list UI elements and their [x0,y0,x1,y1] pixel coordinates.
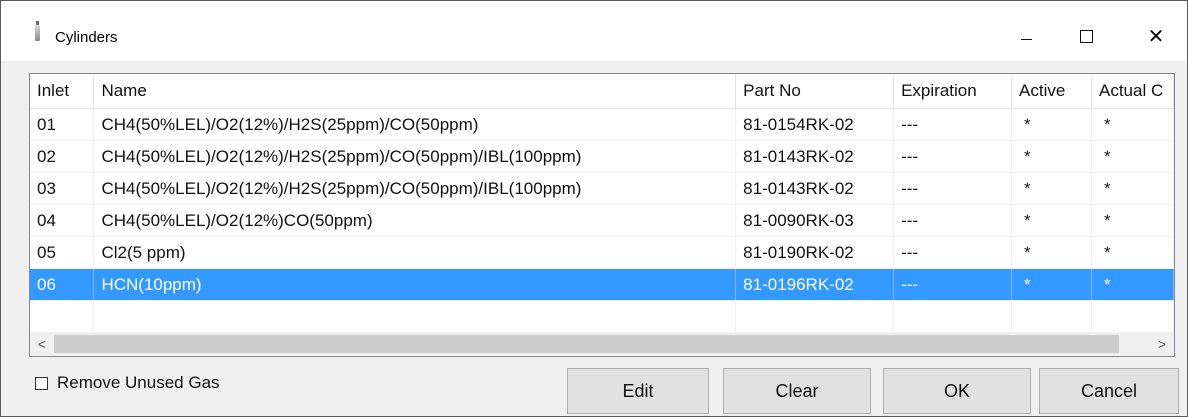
ok-button[interactable]: OK [883,368,1031,414]
cell-part-no: 81-0190RK-02 [735,236,895,269]
table-row-selected[interactable]: 06 HCN(10ppm) 81-0196RK-02 --- * * [30,268,1174,301]
checkbox-box[interactable] [35,376,48,390]
close-button[interactable]: ✕ [1133,19,1179,53]
cell-inlet: 03 [30,172,95,205]
cylinders-table: Inlet Name Part No Expiration Active Act… [30,74,1174,332]
cell-inlet: 04 [30,204,95,237]
remove-unused-gas-label: Remove Unused Gas [57,373,220,392]
cell-expiration: --- [893,268,1013,301]
table-row[interactable]: 04 CH4(50%LEL)/O2(12%)CO(50ppm) 81-0090R… [30,204,1174,237]
cell-name: CH4(50%LEL)/O2(12%)/H2S(25ppm)/CO(50ppm)… [93,140,737,173]
minimize-button[interactable] [1003,19,1049,53]
cell-actual: * [1091,108,1174,141]
table-header: Inlet Name Part No Expiration Active Act… [30,74,1174,109]
cell-active: * [1011,140,1092,173]
cell-active: * [1011,204,1092,237]
column-header-inlet[interactable]: Inlet [30,74,95,109]
close-icon: ✕ [1147,24,1165,48]
cell-expiration: --- [893,204,1013,237]
cell-part-no: 81-0090RK-03 [735,204,895,237]
cell-expiration: --- [893,140,1013,173]
title-bar: Cylinders ✕ [1,1,1187,61]
clear-button[interactable]: Clear [723,368,871,414]
cell-inlet: 06 [30,268,95,301]
edit-button[interactable]: Edit [567,368,709,414]
column-header-actual[interactable]: Actual C [1091,74,1174,109]
cell-active: * [1011,268,1092,301]
cell-part-no: 81-0143RK-02 [735,172,895,205]
cell-active: * [1011,172,1092,205]
cell-actual: * [1091,172,1174,205]
cell-part-no: 81-0154RK-02 [735,108,895,141]
cylinders-dialog: Cylinders ✕ Inlet Name Part No Expiratio… [0,0,1188,417]
minimize-icon [1020,38,1032,40]
horizontal-scrollbar[interactable]: < > [30,332,1174,356]
cell-expiration: --- [893,108,1013,141]
window-title: Cylinders [55,29,118,46]
cell-name: HCN(10ppm) [93,268,737,301]
scroll-right-arrow[interactable]: > [1150,332,1174,356]
cell-expiration: --- [893,172,1013,205]
cell-actual: * [1091,140,1174,173]
cell-active: * [1011,236,1092,269]
cell-name: CH4(50%LEL)/O2(12%)CO(50ppm) [93,204,737,237]
cancel-button[interactable]: Cancel [1039,368,1179,414]
cell-actual: * [1091,204,1174,237]
cylinders-list[interactable]: Inlet Name Part No Expiration Active Act… [29,73,1175,357]
chevron-left-icon: < [37,336,47,352]
cylinder-icon [35,21,40,41]
table-row[interactable]: 02 CH4(50%LEL)/O2(12%)/H2S(25ppm)/CO(50p… [30,140,1174,173]
cell-expiration: --- [893,236,1013,269]
cell-active: * [1011,108,1092,141]
table-row[interactable]: 03 CH4(50%LEL)/O2(12%)/H2S(25ppm)/CO(50p… [30,172,1174,205]
table-row-empty [30,300,1174,332]
cell-name: CH4(50%LEL)/O2(12%)/H2S(25ppm)/CO(50ppm) [93,108,737,141]
column-header-expiration[interactable]: Expiration [893,74,1013,109]
cell-actual: * [1091,236,1174,269]
chevron-right-icon: > [1157,336,1167,352]
maximize-icon [1079,29,1093,43]
remove-unused-gas-checkbox[interactable]: Remove Unused Gas [35,373,220,393]
table-row[interactable]: 01 CH4(50%LEL)/O2(12%)/H2S(25ppm)/CO(50p… [30,108,1174,141]
cell-name: CH4(50%LEL)/O2(12%)/H2S(25ppm)/CO(50ppm)… [93,172,737,205]
column-header-part-no[interactable]: Part No [735,74,895,109]
table-row[interactable]: 05 Cl2(5 ppm) 81-0190RK-02 --- * * [30,236,1174,269]
maximize-button[interactable] [1063,19,1109,53]
cell-inlet: 01 [30,108,95,141]
scrollbar-thumb[interactable] [54,335,1119,353]
scroll-left-arrow[interactable]: < [30,332,54,356]
cell-inlet: 05 [30,236,95,269]
cell-name: Cl2(5 ppm) [93,236,737,269]
cell-part-no: 81-0196RK-02 [735,268,895,301]
cell-part-no: 81-0143RK-02 [735,140,895,173]
column-header-name[interactable]: Name [93,74,737,109]
column-header-active[interactable]: Active [1011,74,1092,109]
cell-actual: * [1091,268,1174,301]
cell-inlet: 02 [30,140,95,173]
